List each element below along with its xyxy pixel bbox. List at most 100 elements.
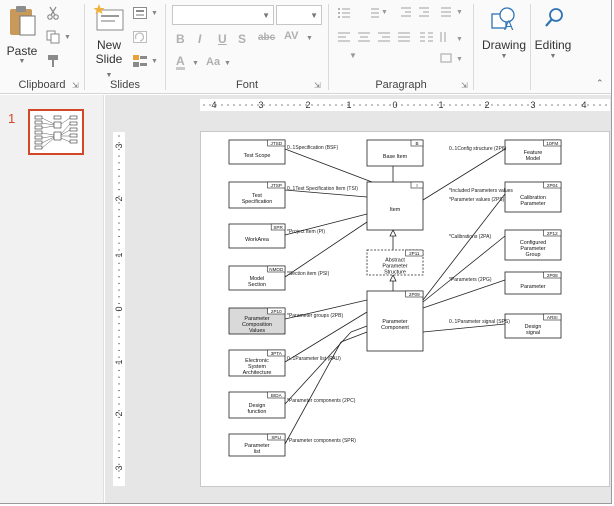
align-left-icon	[338, 32, 350, 42]
box-code: B	[415, 141, 418, 146]
copy-dropdown-icon[interactable]: ▼	[64, 34, 71, 41]
box-name: Parameter	[244, 443, 269, 449]
chevron-down-icon: ▼	[105, 72, 113, 79]
change-case-button[interactable]: Aa	[206, 56, 220, 68]
box-code: 2P11	[409, 251, 420, 256]
clipboard-group: Paste ▼ ▼ Clipboard ⇲	[0, 0, 84, 94]
section-dropdown-icon[interactable]: ▼	[151, 58, 158, 65]
ruler-label: 0	[114, 306, 124, 311]
cut-icon[interactable]	[46, 6, 60, 20]
box-code: 2P09	[409, 292, 420, 297]
box-code: JTSP	[271, 183, 282, 188]
diagram-box: I Item	[366, 181, 424, 231]
paragraph-group-label: Paragraph	[375, 79, 427, 91]
font-group-label: Font	[235, 79, 258, 91]
drawing-button[interactable]: A Drawing ▼	[478, 4, 530, 74]
box-name: list	[254, 449, 261, 455]
slide-canvas[interactable]: JTSD Test Scope JTSP Test Specification SPR Wo…	[200, 131, 610, 487]
paste-button[interactable]: Paste ▼	[4, 4, 40, 74]
box-code: 2P12	[547, 231, 558, 236]
editing-label: Editing	[534, 38, 572, 52]
edge-label: *Calibrations (2PA)	[449, 234, 491, 240]
box-name: Item	[390, 207, 401, 213]
diagram-box: 10FMFeatureModel	[504, 139, 562, 165]
box-name: Design	[525, 324, 542, 330]
paste-label: Paste	[6, 44, 38, 58]
group-divider	[473, 4, 474, 90]
ruler-label: 4	[581, 100, 586, 110]
new-slide-button[interactable]: New Slide ▼	[91, 4, 127, 79]
slide-thumbnail[interactable]	[28, 109, 84, 155]
box-name: Abstract	[385, 257, 405, 263]
box-name: Values	[249, 328, 265, 334]
chevron-down-icon: ▼	[310, 11, 318, 20]
font-color-dropdown-icon[interactable]: ▼	[192, 60, 199, 67]
change-case-dropdown-icon[interactable]: ▼	[224, 60, 231, 67]
italic-button[interactable]: I	[198, 32, 201, 46]
svg-text:A: A	[504, 17, 514, 33]
reset-icon[interactable]	[133, 31, 147, 45]
edge-label: *Parameter values (2PS)	[449, 197, 505, 203]
box-name: Base Item	[383, 154, 408, 160]
box-code: 2P10	[271, 309, 282, 314]
ruler-label: 2	[305, 100, 310, 110]
diagram-box: 3PTAElectronicSystemArchitecture	[228, 349, 286, 377]
dialog-launcher-icon[interactable]: ⇲	[314, 82, 322, 90]
strikethrough-icon[interactable]: abc	[258, 32, 275, 43]
dialog-launcher-icon[interactable]: ⇲	[72, 82, 80, 90]
diagram-box: B Base Item	[366, 139, 424, 167]
box-name: Group	[526, 252, 541, 258]
box-name: Configured	[520, 240, 546, 246]
box-name: function	[248, 409, 267, 415]
ruler-label: 1	[114, 359, 124, 364]
chevron-down-icon: ▼	[18, 58, 26, 65]
diagram-box: JTSD Test Scope	[228, 139, 286, 165]
align-right-icon	[378, 32, 390, 42]
svg-text:▼: ▼	[381, 9, 388, 16]
box-name: Parameter	[520, 246, 545, 252]
font-name-combo[interactable]: ▼	[172, 5, 274, 25]
drawing-label: Drawing	[481, 38, 526, 52]
format-painter-icon[interactable]	[46, 54, 60, 68]
box-name: Specification	[242, 199, 273, 205]
edge-label: 0..1Specification (BSF)	[287, 145, 338, 151]
copy-icon[interactable]	[46, 30, 60, 44]
collapse-ribbon-icon[interactable]: ⌃	[596, 78, 604, 89]
box-name: Test	[252, 193, 262, 199]
new-slide-icon	[93, 4, 124, 31]
dialog-launcher-icon[interactable]: ⇲	[461, 82, 469, 90]
shadow-button[interactable]: S	[238, 32, 246, 46]
new-slide-label-line2: Slide	[95, 52, 123, 66]
ruler-label: 4	[211, 100, 216, 110]
underline-button[interactable]: U	[218, 32, 227, 46]
ruler-label: 1	[346, 100, 351, 110]
box-code: I	[416, 183, 417, 188]
layout-icon[interactable]	[133, 7, 147, 21]
vertical-ruler[interactable]: 3 2 1 0 1 2 3	[113, 132, 125, 486]
svg-text:▼: ▼	[456, 56, 463, 63]
slides-group-label: Slides	[110, 79, 140, 91]
character-spacing-button[interactable]: AV	[284, 30, 298, 42]
horizontal-ruler[interactable]: 4 3 2 1 0 1 2 3 4	[200, 99, 610, 111]
ruler-label: 2	[484, 100, 489, 110]
search-icon	[545, 8, 563, 27]
paragraph-icons: ▼ ▼ ▼ ▼ ▼	[338, 7, 463, 63]
box-name: Parameter	[382, 319, 407, 325]
box-name: signal	[526, 330, 540, 336]
new-slide-label-line1: New	[96, 38, 121, 52]
font-size-combo[interactable]: ▼	[276, 5, 322, 25]
line-spacing-icon	[441, 7, 451, 17]
shapes-icon: A	[491, 7, 515, 33]
box-name: Model	[250, 276, 265, 282]
font-color-button[interactable]: A	[176, 55, 185, 70]
edge-label: *Parameters (2PG)	[449, 277, 492, 283]
editing-button[interactable]: Editing ▼	[533, 4, 573, 74]
spacing-dropdown-icon[interactable]: ▼	[306, 35, 313, 42]
bold-button[interactable]: B	[176, 32, 185, 46]
edge-label: *Parameter components (2PC)	[287, 398, 356, 404]
diagram-box: 2P09 ParameterComponent	[366, 290, 424, 352]
layout-dropdown-icon[interactable]: ▼	[151, 10, 158, 17]
section-icon[interactable]	[133, 55, 147, 69]
chevron-down-icon: ▼	[500, 53, 508, 60]
align-text-icon	[440, 53, 452, 63]
